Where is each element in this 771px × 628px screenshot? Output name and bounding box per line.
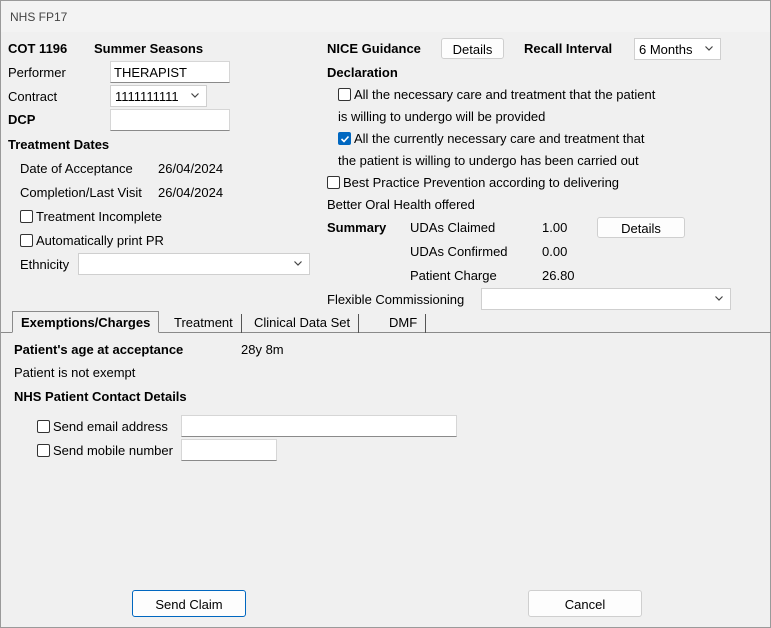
udas-confirmed-label: UDAs Confirmed — [410, 244, 508, 259]
tab-treatment[interactable]: Treatment — [166, 314, 242, 333]
treatment-incomplete-checkbox[interactable] — [20, 210, 33, 223]
nice-details-button[interactable]: Details — [441, 38, 504, 59]
performer-field[interactable]: THERAPIST — [110, 61, 230, 83]
treatment-incomplete-label: Treatment Incomplete — [36, 209, 162, 224]
udas-claimed-label: UDAs Claimed — [410, 220, 496, 235]
email-address-field[interactable] — [181, 415, 457, 437]
send-email-checkbox[interactable] — [37, 420, 50, 433]
send-mobile-label: Send mobile number — [53, 443, 173, 458]
exempt-status: Patient is not exempt — [14, 365, 136, 380]
practice-name: Summer Seasons — [94, 41, 204, 56]
summary-details-button[interactable]: Details — [597, 217, 685, 238]
checkmark-icon — [340, 135, 350, 143]
declaration-heading: Declaration — [327, 65, 398, 80]
completion-value: 26/04/2024 — [158, 185, 224, 200]
tab-clinical-data-set[interactable]: Clinical Data Set — [246, 314, 360, 333]
udas-claimed-value: 1.00 — [542, 220, 568, 235]
patient-charge-label: Patient Charge — [410, 268, 497, 283]
flexible-commissioning-label: Flexible Commissioning — [327, 292, 465, 307]
chevron-down-icon — [715, 296, 723, 301]
recall-interval-label: Recall Interval — [524, 41, 613, 56]
declaration-1-checkbox[interactable] — [338, 88, 351, 101]
send-mobile-checkbox[interactable] — [37, 444, 50, 457]
nice-guidance-label: NICE Guidance — [327, 41, 421, 56]
recall-interval-value: 6 Months — [639, 42, 693, 57]
declaration-2-checkbox[interactable] — [338, 132, 351, 145]
contract-select-value: 1111111111 — [115, 89, 179, 104]
contract-select[interactable]: 1111111111 — [110, 85, 207, 107]
send-email-label: Send email address — [53, 419, 168, 434]
dcp-label: DCP — [8, 112, 36, 127]
acceptance-label: Date of Acceptance — [20, 161, 133, 176]
send-claim-button[interactable]: Send Claim — [132, 590, 246, 617]
declaration-2-line-1: All the currently necessary care and tre… — [354, 131, 645, 146]
declaration-1-line-2: is willing to undergo will be provided — [338, 109, 546, 124]
acceptance-value: 26/04/2024 — [158, 161, 224, 176]
age-at-acceptance-label: Patient's age at acceptance — [14, 342, 184, 357]
auto-print-checkbox[interactable] — [20, 234, 33, 247]
ethnicity-select[interactable] — [78, 253, 310, 275]
cancel-button[interactable]: Cancel — [528, 590, 642, 617]
recall-interval-select[interactable]: 6 Months — [634, 38, 721, 60]
best-practice-checkbox[interactable] — [327, 176, 340, 189]
completion-label: Completion/Last Visit — [20, 185, 142, 200]
cot-number: COT 1196 — [8, 41, 68, 56]
tab-dmf[interactable]: DMF — [381, 314, 427, 333]
flexible-commissioning-select[interactable] — [481, 288, 731, 310]
contact-details-heading: NHS Patient Contact Details — [14, 389, 187, 404]
window-title: NHS FP17 — [10, 10, 68, 24]
chevron-down-icon — [191, 93, 199, 98]
age-at-acceptance-value: 28y 8m — [241, 342, 284, 357]
declaration-1-line-1: All the necessary care and treatment tha… — [354, 87, 656, 102]
title-bar: NHS FP17 — [1, 1, 770, 32]
declaration-2-line-2: the patient is willing to undergo has be… — [338, 153, 639, 168]
auto-print-label: Automatically print PR — [36, 233, 164, 248]
treatment-dates-heading: Treatment Dates — [8, 137, 110, 152]
dcp-field[interactable] — [110, 109, 230, 131]
summary-heading: Summary — [327, 220, 387, 235]
chevron-down-icon — [294, 261, 302, 266]
udas-confirmed-value: 0.00 — [542, 244, 568, 259]
best-practice-line-2: Better Oral Health offered — [327, 197, 475, 212]
best-practice-line-1: Best Practice Prevention according to de… — [343, 175, 620, 190]
patient-charge-value: 26.80 — [542, 268, 575, 283]
contract-label: Contract — [8, 89, 58, 104]
performer-label: Performer — [8, 65, 66, 80]
fp17-dialog: NHS FP17 COT 1196 Summer Seasons Perform… — [0, 0, 771, 628]
chevron-down-icon — [705, 46, 713, 51]
tab-exemptions-charges[interactable]: Exemptions/Charges — [12, 311, 160, 333]
mobile-number-field[interactable] — [181, 439, 277, 461]
ethnicity-label: Ethnicity — [20, 257, 70, 272]
